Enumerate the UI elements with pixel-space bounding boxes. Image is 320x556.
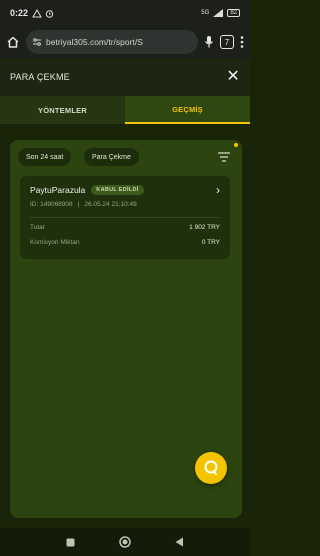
status-badge: KABUL EDİLDİ — [91, 185, 144, 195]
back-icon[interactable] — [175, 537, 184, 547]
battery-indicator: 82 — [227, 9, 240, 17]
signal-icon — [213, 9, 224, 17]
indicator-dot — [234, 143, 238, 147]
browser-bar: betriyal305.com/tr/sport/S 7 — [0, 26, 250, 58]
amount-label: Tutar — [30, 224, 45, 231]
alarm-icon — [45, 9, 54, 18]
page-title: PARA ÇEKME — [10, 72, 70, 82]
tab-methods[interactable]: YÖNTEMLER — [0, 96, 125, 124]
network-label: 5G — [201, 10, 210, 16]
type-filter-chip[interactable]: Para Çekme — [84, 148, 139, 166]
tab-switcher-button[interactable]: 7 — [220, 35, 234, 49]
site-settings-icon[interactable] — [32, 37, 42, 47]
filter-icon[interactable] — [218, 152, 230, 162]
recents-icon[interactable] — [66, 538, 75, 547]
microphone-icon[interactable] — [204, 35, 214, 49]
status-bar: 0:22 5G 82 — [0, 0, 250, 26]
chat-icon — [204, 460, 218, 475]
amount-row: Tutar 1 902 TRY — [30, 224, 220, 231]
page-header: PARA ÇEKME ✕ — [0, 58, 250, 96]
transaction-id: ID: 149068908 — [30, 201, 73, 208]
transaction-datetime: 26.05.24 21:10:49 — [84, 201, 137, 208]
url-text: betriyal305.com/tr/sport/S — [46, 37, 143, 47]
fee-row: Komisyon Miktarı 0 TRY — [30, 239, 220, 246]
home-nav-icon[interactable] — [119, 536, 131, 548]
url-bar[interactable]: betriyal305.com/tr/sport/S — [26, 30, 198, 54]
meta-separator: | — [77, 201, 80, 208]
notification-icon — [32, 8, 42, 17]
chat-button[interactable] — [195, 452, 227, 484]
tab-history[interactable]: GEÇMİŞ — [125, 96, 250, 124]
transaction-method: PaytuParazula — [30, 185, 86, 195]
tab-bar: YÖNTEMLER GEÇMİŞ — [0, 96, 250, 124]
more-options-icon[interactable] — [240, 35, 244, 49]
fee-label: Komisyon Miktarı — [30, 239, 80, 246]
system-nav-bar — [0, 528, 250, 556]
fee-value: 0 TRY — [201, 239, 220, 246]
close-icon[interactable]: ✕ — [226, 69, 240, 85]
amount-value: 1 902 TRY — [189, 224, 220, 231]
status-right: 5G 82 — [201, 9, 240, 17]
status-icons — [32, 8, 54, 18]
status-time: 0:22 — [10, 8, 29, 18]
chevron-right-icon[interactable]: › — [216, 184, 220, 196]
transaction-card[interactable]: PaytuParazula KABUL EDİLDİ › ID: 1490689… — [20, 176, 230, 259]
period-filter-chip[interactable]: Son 24 saat — [18, 148, 72, 166]
home-icon[interactable] — [6, 35, 20, 49]
card-divider — [30, 217, 220, 218]
